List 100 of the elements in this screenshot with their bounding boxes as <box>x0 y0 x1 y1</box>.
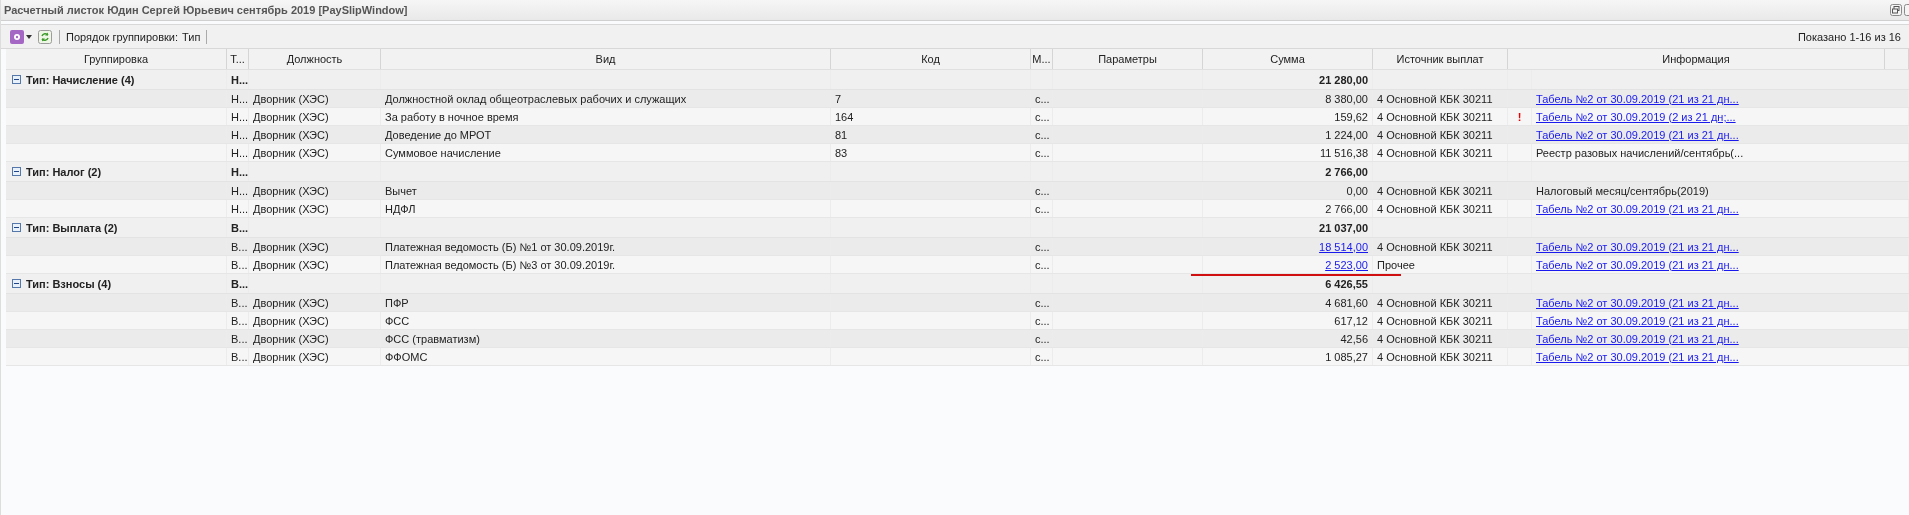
table-cell: с... <box>1035 146 1050 159</box>
column-header[interactable]: Сумма <box>1203 49 1373 69</box>
table-cell: Вычет <box>385 184 417 197</box>
table-cell: 4 Основной КБК 30211 <box>1377 296 1493 309</box>
table-cell: 4 Основной КБК 30211 <box>1377 314 1493 327</box>
group-title: Тип: Начисление (4) <box>26 73 135 86</box>
table-cell: Платежная ведомость (Б) №3 от 30.09.2019г. <box>385 258 616 271</box>
table-cell: Дворник (ХЭС) <box>253 296 329 309</box>
table-cell: В... <box>231 240 248 253</box>
table-cell: с... <box>1035 110 1050 123</box>
table-cell: ПФР <box>385 296 409 309</box>
table-cell: Н... <box>231 92 249 105</box>
column-header[interactable]: Источник выплат <box>1373 49 1508 69</box>
table-cell: 4 Основной КБК 30211 <box>1377 92 1493 105</box>
column-header[interactable]: Информация <box>1508 49 1885 69</box>
column-header[interactable]: Группировка <box>6 49 227 69</box>
info-link[interactable]: Табель №2 от 30.09.2019 (21 из 21 дн... <box>1536 296 1739 309</box>
info-link[interactable]: Табель №2 от 30.09.2019 (21 из 21 дн... <box>1536 314 1739 327</box>
group-type: Н... <box>231 165 249 178</box>
paging-info: Показано 1-16 из 16 <box>1797 30 1901 43</box>
table-cell: Дворник (ХЭС) <box>253 128 329 141</box>
table-cell: с... <box>1035 314 1050 327</box>
restore-icon[interactable] <box>1890 4 1902 16</box>
table-cell: В... <box>231 258 248 271</box>
info-link[interactable]: Табель №2 от 30.09.2019 (21 из 21 дн... <box>1536 240 1739 253</box>
table-cell: с... <box>1035 332 1050 345</box>
table-cell: 0,00 <box>1346 184 1368 197</box>
table-cell: Н... <box>231 184 249 197</box>
table-cell: Дворник (ХЭС) <box>253 92 329 105</box>
table-cell: 4 Основной КБК 30211 <box>1377 202 1493 215</box>
table-cell: 8 380,00 <box>1325 92 1368 105</box>
table-cell: 4 Основной КБК 30211 <box>1377 146 1493 159</box>
column-header[interactable]: Вид <box>381 49 831 69</box>
column-header[interactable]: Т... <box>227 49 249 69</box>
info-link[interactable]: Табель №2 от 30.09.2019 (21 из 21 дн... <box>1536 258 1739 271</box>
table-cell: с... <box>1035 258 1050 271</box>
table-cell: с... <box>1035 296 1050 309</box>
collapse-icon[interactable] <box>12 279 21 288</box>
table-cell: 159,62 <box>1334 110 1368 123</box>
collapse-icon[interactable] <box>12 223 21 232</box>
group-total: 21 037,00 <box>1319 221 1368 234</box>
table-cell: Н... <box>231 202 249 215</box>
table-cell: с... <box>1035 350 1050 363</box>
table-cell: Н... <box>231 128 249 141</box>
table-cell: Дворник (ХЭС) <box>253 332 329 345</box>
group-title: Тип: Налог (2) <box>26 165 102 178</box>
table-cell: 7 <box>835 92 842 105</box>
settings-dropdown-button[interactable] <box>9 28 33 45</box>
refresh-button[interactable] <box>37 28 53 45</box>
table-cell: ФСС (травматизм) <box>385 332 480 345</box>
table-cell: 4 Основной КБК 30211 <box>1377 240 1493 253</box>
warning-mark: ! <box>1517 110 1522 123</box>
table-cell: Дворник (ХЭС) <box>253 184 329 197</box>
table-cell: 81 <box>835 128 848 141</box>
table-cell: Платежная ведомость (Б) №1 от 30.09.2019г. <box>385 240 616 253</box>
info-link[interactable]: Табель №2 от 30.09.2019 (21 из 21 дн... <box>1536 350 1739 363</box>
info-link[interactable]: Табель №2 от 30.09.2019 (21 из 21 дн... <box>1536 128 1739 141</box>
table-cell: ФФОМС <box>385 350 428 363</box>
column-header[interactable]: Код <box>831 49 1031 69</box>
table-cell: 164 <box>835 110 854 123</box>
table-cell: Н... <box>231 146 249 159</box>
collapse-icon[interactable] <box>12 167 21 176</box>
table-cell: Реестр разовых начислений/сентябрь(... <box>1536 146 1744 159</box>
group-type: В... <box>231 221 249 234</box>
gear-icon <box>10 29 24 44</box>
sum-link[interactable]: 18 514,00 <box>1319 240 1368 253</box>
info-link[interactable]: Табель №2 от 30.09.2019 (21 из 21 дн... <box>1536 92 1739 105</box>
group-title: Тип: Взносы (4) <box>26 277 112 290</box>
group-type: Н... <box>231 73 249 86</box>
collapse-icon[interactable] <box>12 75 21 84</box>
table-cell: НДФЛ <box>385 202 416 215</box>
table-cell: Суммовое начисление <box>385 146 501 159</box>
table-cell: В... <box>231 314 248 327</box>
table-cell: с... <box>1035 92 1050 105</box>
column-header[interactable]: М... <box>1031 49 1053 69</box>
grouping-label: Порядок группировки: <box>66 30 179 43</box>
table-cell: В... <box>231 296 248 309</box>
caret-icon <box>26 34 32 39</box>
table-cell: 83 <box>835 146 848 159</box>
column-header[interactable]: Параметры <box>1053 49 1203 69</box>
close-icon[interactable] <box>1904 4 1909 16</box>
sum-link[interactable]: 2 523,00 <box>1325 258 1368 271</box>
table-cell: с... <box>1035 240 1050 253</box>
table-cell: с... <box>1035 202 1050 215</box>
table-cell: 42,56 <box>1340 332 1368 345</box>
info-link[interactable]: Табель №2 от 30.09.2019 (21 из 21 дн... <box>1536 332 1739 345</box>
table-cell: Н... <box>231 110 249 123</box>
table-cell: Дворник (ХЭС) <box>253 258 329 271</box>
info-link[interactable]: Табель №2 от 30.09.2019 (2 из 21 дн;... <box>1536 110 1736 123</box>
table-cell: 617,12 <box>1334 314 1368 327</box>
table-cell: В... <box>231 350 248 363</box>
table-cell: Дворник (ХЭС) <box>253 314 329 327</box>
table-cell: 11 516,38 <box>1319 146 1368 159</box>
group-title: Тип: Выплата (2) <box>26 221 118 234</box>
info-link[interactable]: Табель №2 от 30.09.2019 (21 из 21 дн... <box>1536 202 1739 215</box>
table-cell: 1 224,00 <box>1325 128 1368 141</box>
table-cell: За работу в ночное время <box>385 110 519 123</box>
window-title: Расчетный листок Юдин Сергей Юрьевич сентябрь 2019 [PaySlipWindow] <box>4 4 408 16</box>
group-total: 2 766,00 <box>1325 165 1368 178</box>
column-header[interactable]: Должность <box>249 49 381 69</box>
